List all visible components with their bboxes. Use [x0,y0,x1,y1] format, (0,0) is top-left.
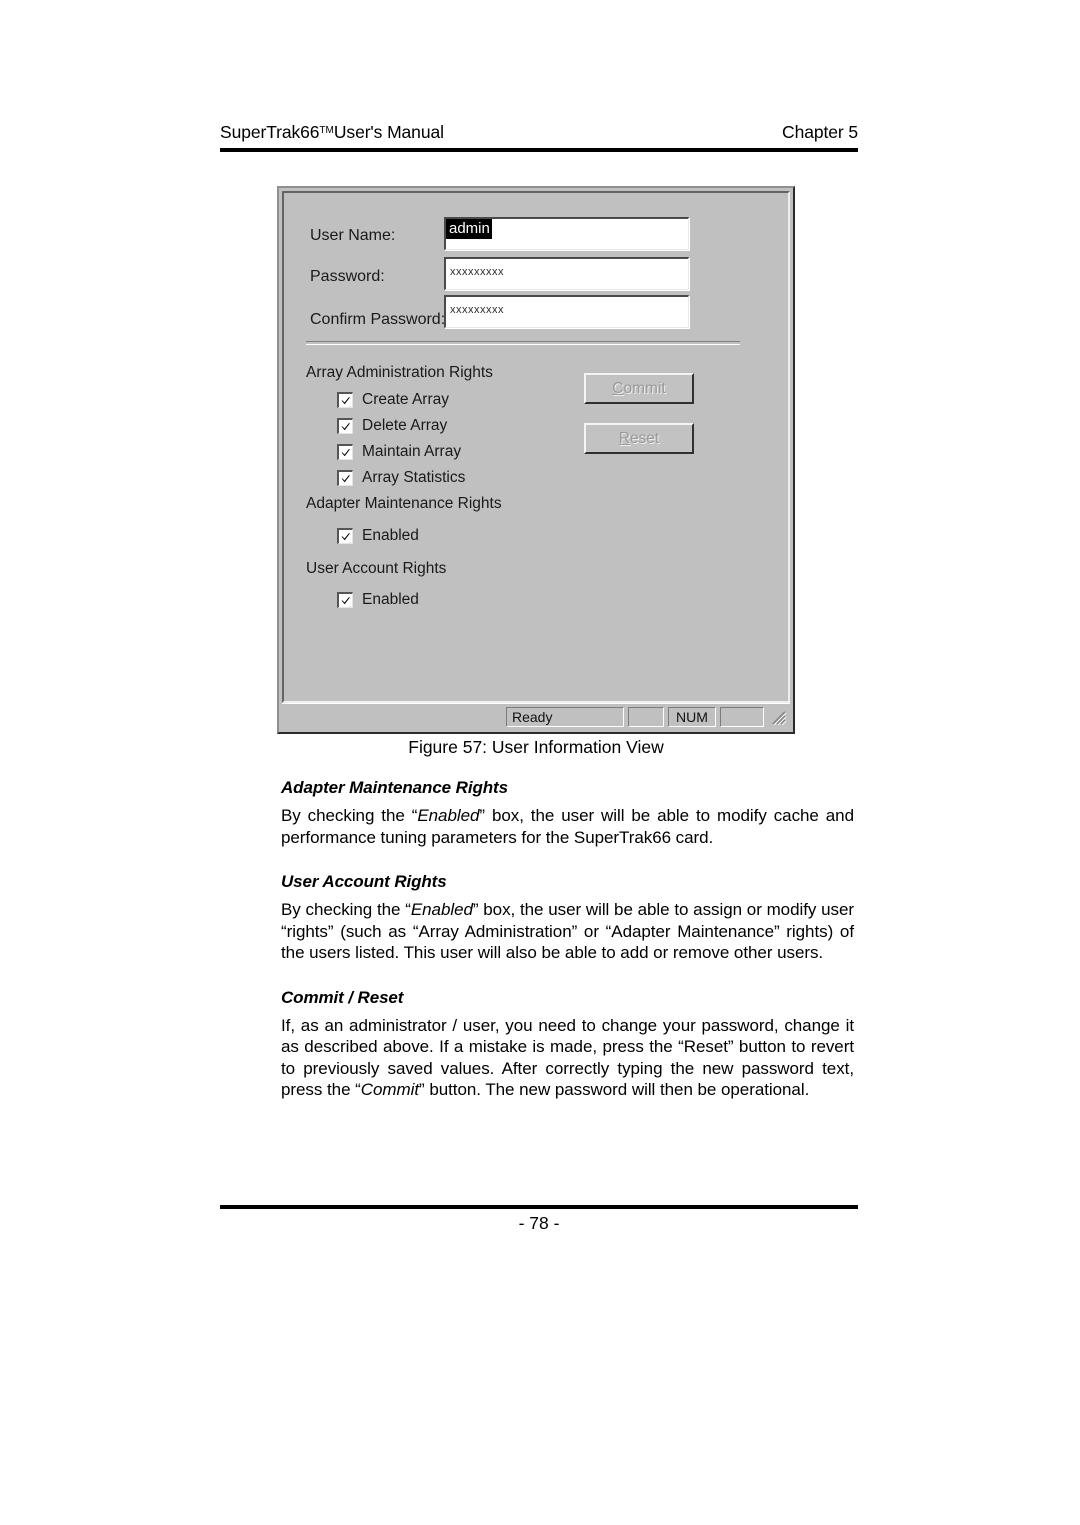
checkbox-row-create-array[interactable]: Create Array [337,391,449,409]
reset-button[interactable]: Reset [584,423,694,454]
checkbox-label: Create Array [362,391,450,408]
user-name-row: User Name: [310,219,395,253]
section-heading-commit-reset: Commit / Reset [281,987,404,1007]
checkbox-row-delete-array[interactable]: Delete Array [337,417,447,435]
status-bar-blank-pane-2 [720,706,764,727]
checkbox-label: Array Statistics [362,469,466,486]
header-chapter: Chapter 5 [782,122,858,142]
password-value: xxxxxxxxx [450,266,504,278]
checkbox-label: Maintain Array [362,443,462,460]
password-row: Password: [310,260,385,294]
section-body-commit-reset: If, as an administrator / user, you need… [281,1015,854,1100]
section-heading-user-account-rights: User Account Rights [281,872,447,891]
confirm-password-value: xxxxxxxxx [450,304,504,316]
password-input[interactable]: xxxxxxxxx [444,257,689,290]
user-information-dialog: User Name: admin Password: xxxxxxxxx Con… [277,186,795,734]
confirm-password-row: Confirm Password: [310,303,445,337]
footer-rule [220,1205,858,1209]
section-separator [306,341,740,345]
checkbox-checked-icon[interactable] [337,418,353,434]
checkbox-label: Enabled [362,591,419,608]
commit-button[interactable]: Commit [584,373,694,404]
checkbox-checked-icon[interactable] [337,528,353,544]
status-bar-blank-pane-1 [628,706,664,727]
checkbox-row-array-statistics[interactable]: Array Statistics [337,469,465,487]
header-product-name: SuperTrak66 [220,122,320,142]
checkbox-checked-icon[interactable] [337,444,353,460]
checkbox-label: Enabled [362,527,419,544]
adapter-maintenance-rights-label: Adapter Maintenance Rights [306,495,502,512]
user-name-input[interactable]: admin [444,217,689,250]
user-account-rights-label: User Account Rights [306,560,447,577]
resize-grip-icon[interactable] [769,708,787,726]
figure-caption: Figure 57: User Information View [408,737,664,757]
checkbox-row-adapter-maintenance-enabled[interactable]: Enabled [337,527,419,545]
reset-button-accel: R [618,429,630,447]
status-bar-ready-pane: Ready [506,706,624,727]
commit-button-label: ommit [623,379,666,397]
page-number: - 78 - [518,1213,560,1233]
checkbox-checked-icon[interactable] [337,592,353,608]
checkbox-row-user-account-enabled[interactable]: Enabled [337,591,419,609]
status-bar: Ready NUM [282,703,790,729]
user-name-label: User Name: [310,227,396,244]
header-title: SuperTrak66TMUser's Manual [220,122,444,143]
user-name-value: admin [446,219,492,239]
body-content: Adapter Maintenance Rights By checking t… [281,778,854,1125]
checkbox-checked-icon[interactable] [337,470,353,486]
section-body-adapter-maintenance-rights: By checking the “Enabled” box, the user … [281,806,854,847]
trademark-symbol: TM [319,125,334,136]
section-body-user-account-rights: By checking the “Enabled” box, the user … [281,900,854,962]
dialog-client-area: User Name: admin Password: xxxxxxxxx Con… [282,191,790,703]
reset-button-label: eset [629,429,660,447]
confirm-password-label: Confirm Password: [310,311,446,328]
array-administration-rights-label: Array Administration Rights [306,364,493,381]
confirm-password-input[interactable]: xxxxxxxxx [444,295,689,328]
manual-page: SuperTrak66TMUser's Manual Chapter 5 Use… [0,0,1080,1525]
commit-button-accel: C [612,379,624,397]
section-heading-adapter-maintenance-rights: Adapter Maintenance Rights [281,778,508,797]
checkbox-checked-icon[interactable] [337,392,353,408]
password-label: Password: [310,268,385,285]
header-rule [220,148,858,152]
header-title-rest: User's Manual [333,122,444,142]
status-bar-num-indicator: NUM [668,706,716,727]
running-header: SuperTrak66TMUser's Manual Chapter 5 [220,122,858,143]
checkbox-label: Delete Array [362,417,448,434]
checkbox-row-maintain-array[interactable]: Maintain Array [337,443,461,461]
